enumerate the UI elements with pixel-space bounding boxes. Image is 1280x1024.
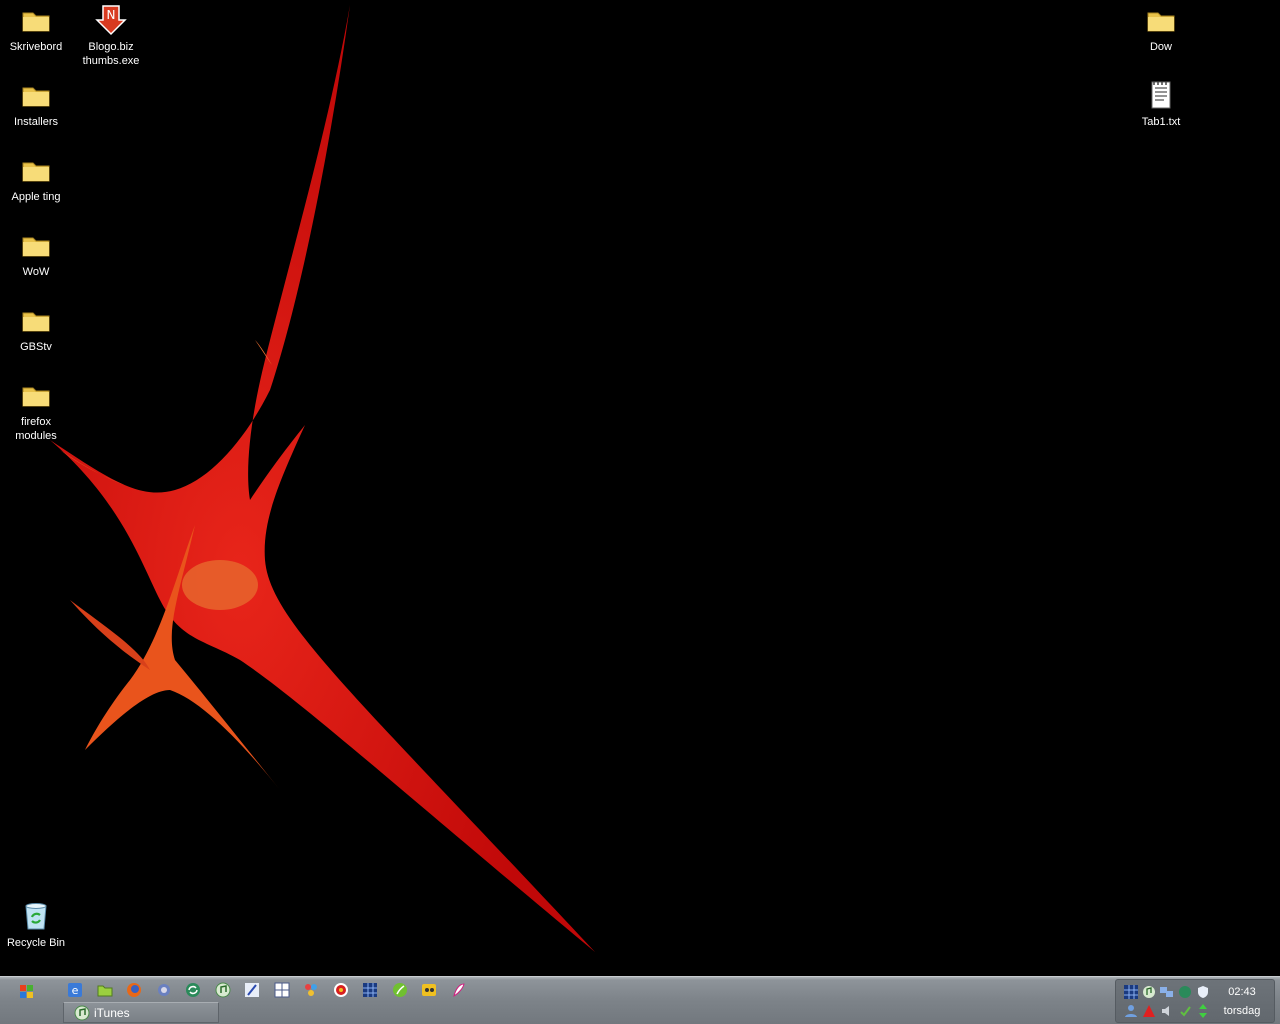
taskbar-button-itunes[interactable]: iTunes: [63, 1002, 219, 1023]
folder-icon: [1147, 12, 1175, 32]
desktop-icon-label: Blogo.biz thumbs.exe: [82, 41, 140, 67]
tray-shield-icon[interactable]: [1196, 985, 1210, 999]
folder-icon: [22, 312, 50, 332]
itunes-icon[interactable]: [212, 979, 234, 1001]
folder-icon: [22, 162, 50, 182]
system-tray: 02:43 torsdag: [1115, 979, 1275, 1023]
tray-itunes-icon[interactable]: [1142, 985, 1156, 999]
mail-icon[interactable]: [153, 979, 175, 1001]
folder-icon: [22, 237, 50, 257]
folder-icon: [22, 87, 50, 107]
leaf-icon[interactable]: [389, 979, 411, 1001]
desktop-icon-label: Tab1.txt: [1141, 116, 1181, 128]
firefox-icon[interactable]: [123, 979, 145, 1001]
desktop-icon-label: Recycle Bin: [6, 937, 66, 949]
clock-day[interactable]: torsdag: [1212, 1005, 1272, 1017]
desktop-icon-label: WoW: [22, 266, 50, 278]
desktop-icon-label: Dow: [1149, 41, 1172, 53]
desktop-icon-firefox-modules[interactable]: firefox modules: [0, 379, 76, 443]
desktop[interactable]: Skrivebord N Blogo.biz thumbs.exe Instal…: [0, 0, 1280, 976]
desktop-icon-wow[interactable]: WoW: [0, 229, 76, 279]
desktop-icon-apple-ting[interactable]: Apple ting: [0, 154, 76, 204]
grid-icon[interactable]: [359, 979, 381, 1001]
text-file-icon: [1151, 81, 1171, 109]
sync-icon[interactable]: [182, 979, 204, 1001]
desktop-icon-label: firefox modules: [15, 416, 57, 442]
itunes-icon: [74, 1005, 90, 1020]
folder-icon[interactable]: [94, 979, 116, 1001]
network-icon[interactable]: [300, 979, 322, 1001]
clock-time[interactable]: 02:43: [1212, 986, 1272, 998]
messenger-icon[interactable]: [418, 979, 440, 1001]
desktop-icon-recycle-bin[interactable]: Recycle Bin: [0, 900, 76, 950]
folder-icon: [22, 387, 50, 407]
svg-text:e: e: [72, 984, 79, 997]
tray-update-icon[interactable]: [1178, 1004, 1192, 1018]
desktop-icon-label: GBStv: [20, 341, 52, 353]
ie-icon[interactable]: e: [64, 979, 86, 1001]
tray-antivirus-icon[interactable]: [1142, 1004, 1156, 1018]
pen-icon[interactable]: [241, 979, 263, 1001]
tray-speaker-icon[interactable]: [1160, 1004, 1174, 1018]
tray-grid-icon[interactable]: [1124, 985, 1138, 999]
desktop-icon-label: Installers: [13, 116, 59, 128]
tray-sync-icon[interactable]: [1178, 985, 1192, 999]
desktop-icon-installers[interactable]: Installers: [0, 79, 76, 129]
calculator-icon[interactable]: [271, 979, 293, 1001]
recycle-bin-icon: [25, 903, 47, 930]
desktop-icon-blogo-thumbs[interactable]: N Blogo.biz thumbs.exe: [71, 4, 151, 68]
wallpaper-red-star: [50, 5, 595, 952]
desktop-icon-gbstv[interactable]: GBStv: [0, 304, 76, 354]
taskbar-button-label: iTunes: [94, 1005, 130, 1020]
app-icon: N: [95, 5, 127, 36]
desktop-icon-dow[interactable]: Dow: [1121, 4, 1201, 54]
tray-arrows-icon[interactable]: [1196, 1004, 1210, 1018]
media-icon[interactable]: [330, 979, 352, 1001]
paint-icon[interactable]: [448, 979, 470, 1001]
start-button[interactable]: [16, 981, 38, 1001]
desktop-icon-tab1-txt[interactable]: Tab1.txt: [1121, 79, 1201, 129]
svg-text:N: N: [107, 8, 116, 22]
folder-icon: [22, 12, 50, 32]
quick-launch-bar: e: [64, 979, 477, 1003]
taskbar: e iTunes 02:43 torsdag: [0, 976, 1280, 1024]
desktop-icon-label: Skrivebord: [9, 41, 63, 53]
desktop-icon-label: Apple ting: [11, 191, 61, 203]
desktop-icon-skrivebord[interactable]: Skrivebord: [0, 4, 76, 54]
tray-network-icon[interactable]: [1160, 985, 1174, 999]
tray-user-icon[interactable]: [1124, 1004, 1138, 1018]
